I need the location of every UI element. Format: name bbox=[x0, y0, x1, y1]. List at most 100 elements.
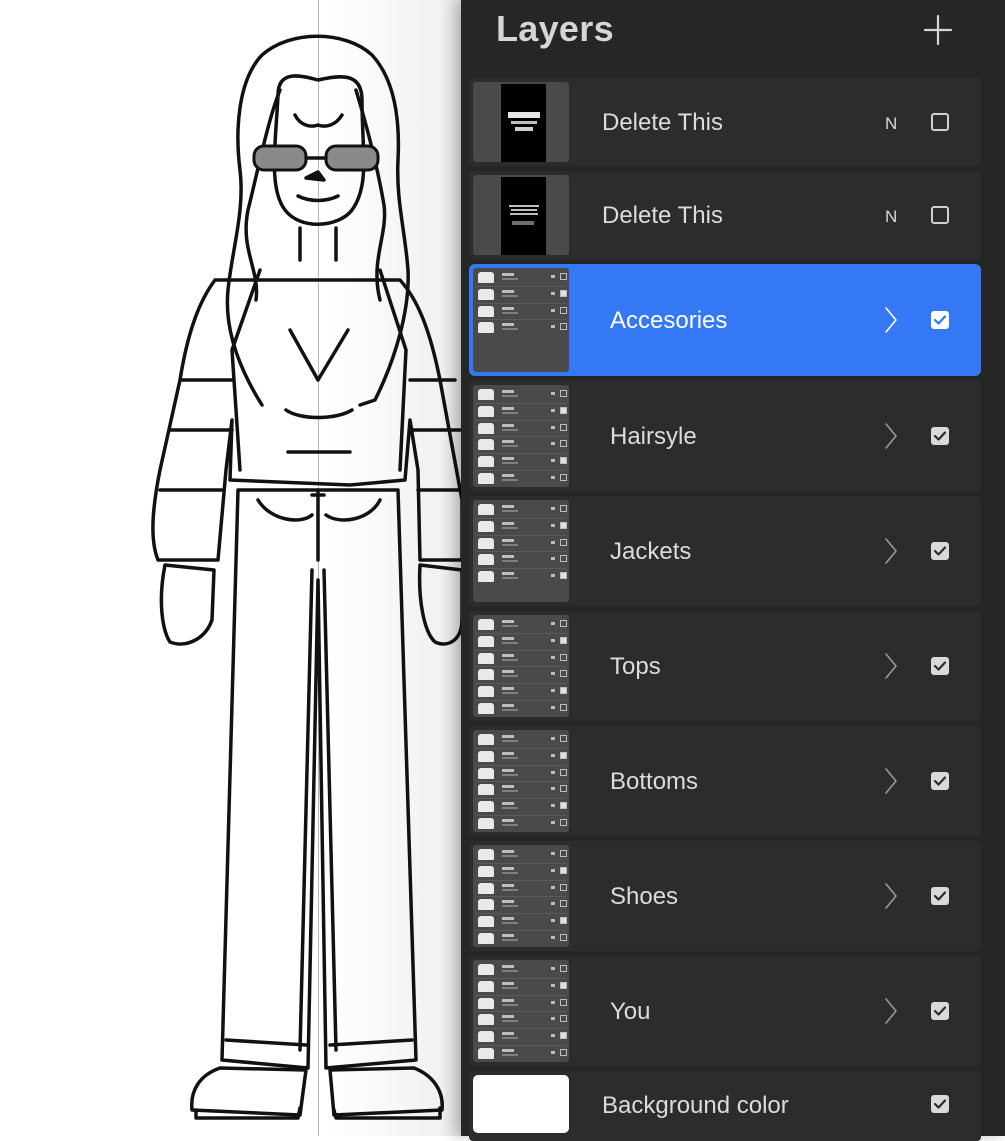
sublayer-preview bbox=[476, 847, 567, 861]
sublayer-preview bbox=[476, 471, 567, 485]
sublayer-preview bbox=[476, 1046, 567, 1060]
add-layer-button[interactable] bbox=[923, 12, 953, 48]
layer-name: Delete This bbox=[602, 109, 723, 136]
blend-mode-label[interactable]: N bbox=[885, 114, 897, 134]
layer-row-delete-this-1[interactable]: Delete This N bbox=[469, 78, 981, 166]
group-thumbnail bbox=[473, 500, 569, 602]
layer-row-background-color[interactable]: Background color bbox=[469, 1071, 981, 1141]
chevron-right-icon[interactable] bbox=[881, 766, 901, 796]
group-name: Accesories bbox=[610, 307, 728, 334]
sublayer-preview bbox=[476, 897, 567, 911]
visibility-checkbox[interactable] bbox=[931, 1095, 949, 1113]
checkmark-icon bbox=[933, 546, 947, 556]
group-name: Jackets bbox=[610, 538, 692, 565]
sublayer-preview bbox=[476, 421, 567, 435]
sublayer-preview bbox=[476, 569, 567, 583]
chevron-right-icon[interactable] bbox=[881, 305, 901, 335]
checkmark-icon bbox=[933, 776, 947, 786]
drawing-canvas[interactable] bbox=[0, 0, 470, 1136]
layer-group-shoes[interactable]: Shoes bbox=[469, 841, 981, 951]
visibility-checkbox[interactable] bbox=[931, 542, 949, 560]
layer-group-hairsyle[interactable]: Hairsyle bbox=[469, 381, 981, 491]
group-name: Shoes bbox=[610, 883, 679, 910]
chevron-right-icon[interactable] bbox=[881, 996, 901, 1026]
poster-thumbnail-image bbox=[501, 84, 546, 162]
sublayer-preview bbox=[476, 766, 567, 780]
layer-group-you[interactable]: You bbox=[469, 956, 981, 1066]
sublayer-preview bbox=[476, 799, 567, 813]
checkmark-icon bbox=[933, 1006, 947, 1016]
visibility-checkbox[interactable] bbox=[931, 1002, 949, 1020]
sublayer-preview bbox=[476, 749, 567, 763]
checkmark-icon bbox=[933, 315, 947, 325]
sublayer-preview bbox=[476, 387, 567, 401]
visibility-checkbox[interactable] bbox=[931, 427, 949, 445]
sublayer-preview bbox=[476, 454, 567, 468]
visibility-checkbox[interactable] bbox=[931, 772, 949, 790]
plus-icon bbox=[923, 14, 953, 46]
layer-group-bottoms[interactable]: Bottoms bbox=[469, 726, 981, 836]
sublayer-preview bbox=[476, 881, 567, 895]
sublayer-preview bbox=[476, 1012, 567, 1026]
layer-group-accesories[interactable]: Accesories bbox=[469, 264, 981, 376]
layer-group-tops[interactable]: Tops bbox=[469, 611, 981, 721]
sublayer-preview bbox=[476, 287, 567, 301]
sublayer-preview bbox=[476, 782, 567, 796]
layers-panel: Layers Delete This N Delete This N Acces… bbox=[461, 0, 1005, 1141]
sublayer-preview bbox=[476, 979, 567, 993]
blend-mode-label[interactable]: N bbox=[885, 207, 897, 227]
sublayer-preview bbox=[476, 931, 567, 945]
chevron-right-icon[interactable] bbox=[881, 421, 901, 451]
group-thumbnail bbox=[473, 268, 569, 372]
group-thumbnail bbox=[473, 615, 569, 717]
sublayer-preview bbox=[476, 1029, 567, 1043]
visibility-checkbox[interactable] bbox=[931, 113, 949, 131]
sublayer-preview bbox=[476, 684, 567, 698]
layer-group-jackets[interactable]: Jackets bbox=[469, 496, 981, 606]
background-color-swatch[interactable] bbox=[473, 1075, 569, 1133]
sublayer-preview bbox=[476, 320, 567, 334]
layer-thumbnail bbox=[473, 175, 569, 255]
layer-thumbnail bbox=[473, 82, 569, 162]
sublayer-preview bbox=[476, 634, 567, 648]
sublayer-preview bbox=[476, 732, 567, 746]
checkmark-icon bbox=[933, 431, 947, 441]
visibility-checkbox[interactable] bbox=[931, 311, 949, 329]
layer-name: Background color bbox=[602, 1092, 789, 1119]
sublayer-preview bbox=[476, 996, 567, 1010]
sublayer-preview bbox=[476, 864, 567, 878]
checkmark-icon bbox=[933, 891, 947, 901]
group-name: Hairsyle bbox=[610, 423, 697, 450]
sublayer-preview bbox=[476, 667, 567, 681]
sublayer-preview bbox=[476, 816, 567, 830]
layer-row-delete-this-2[interactable]: Delete This N bbox=[469, 171, 981, 259]
group-thumbnail bbox=[473, 960, 569, 1062]
sublayer-preview bbox=[476, 437, 567, 451]
chevron-right-icon[interactable] bbox=[881, 536, 901, 566]
sublayer-preview bbox=[476, 914, 567, 928]
visibility-checkbox[interactable] bbox=[931, 206, 949, 224]
group-name: You bbox=[610, 998, 651, 1025]
sublayer-preview bbox=[476, 552, 567, 566]
checkmark-icon bbox=[933, 1099, 947, 1109]
visibility-checkbox[interactable] bbox=[931, 657, 949, 675]
sublayer-preview bbox=[476, 404, 567, 418]
chevron-right-icon[interactable] bbox=[881, 881, 901, 911]
panel-title: Layers bbox=[496, 8, 614, 49]
sublayer-preview bbox=[476, 270, 567, 284]
sublayer-preview bbox=[476, 502, 567, 516]
chevron-right-icon[interactable] bbox=[881, 651, 901, 681]
group-name: Bottoms bbox=[610, 768, 699, 795]
group-thumbnail bbox=[473, 845, 569, 947]
group-thumbnail bbox=[473, 385, 569, 487]
group-name: Tops bbox=[610, 653, 661, 680]
sublayer-preview bbox=[476, 701, 567, 715]
group-thumbnail bbox=[473, 730, 569, 832]
sublayer-preview bbox=[476, 962, 567, 976]
sublayer-preview bbox=[476, 304, 567, 318]
sublayer-preview bbox=[476, 617, 567, 631]
checkmark-icon bbox=[933, 661, 947, 671]
sublayer-preview bbox=[476, 519, 567, 533]
visibility-checkbox[interactable] bbox=[931, 887, 949, 905]
sublayer-preview bbox=[476, 536, 567, 550]
